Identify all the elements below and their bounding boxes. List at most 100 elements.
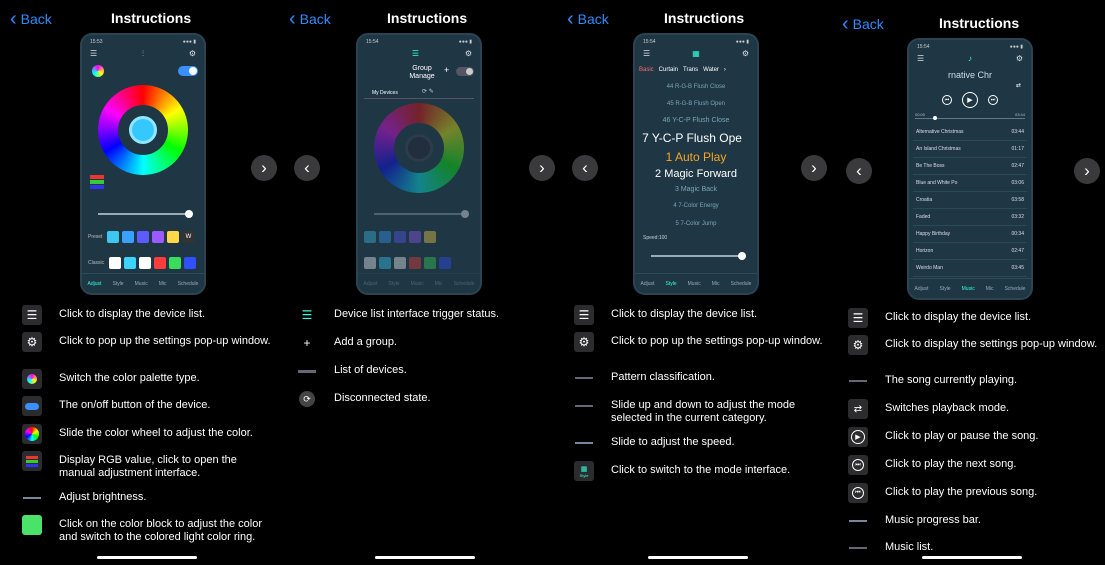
list-item: Music progress bar. [848, 511, 1102, 538]
next-button[interactable]: › [529, 155, 555, 181]
brightness-slider [98, 210, 193, 218]
list-icon: ☰ [301, 308, 313, 322]
pattern-item: 45 R-G-B Flush Open [666, 101, 726, 107]
classic-swatches: Classic [88, 257, 197, 269]
back-label: Back [299, 11, 331, 27]
next-button[interactable]: › [251, 155, 277, 181]
panel-3: ‹ Back Instructions ‹ 15:54 ●●● ▮ ☰ ▦ ⚙ Bas… [558, 0, 834, 565]
list-item: ▶ Click to play or pause the song. [848, 427, 1102, 455]
list-item: ☰ Click to display the device list. [574, 305, 828, 332]
list-item: ⚙ Click to display the settings pop-up wi… [848, 335, 1102, 371]
phone-top-icons: ☰ ▦ ⚙ [643, 49, 749, 58]
chevron-left-icon: ‹ [567, 8, 574, 30]
status-bar: 15:54 ●●● ▮ [643, 39, 749, 45]
list-item: Horizon 02:47 [913, 243, 1027, 260]
speed-slider [651, 252, 746, 260]
back-label: Back [577, 11, 609, 27]
phone-top-icons: ☰ ⫶ ⚙ [90, 49, 196, 59]
category-tabs: Basic Curtain Trans Water › [639, 67, 726, 73]
pattern-item-selected: 1 Auto Play [665, 150, 727, 164]
next-button[interactable]: › [1074, 158, 1100, 184]
status-bar: 15:54 ●●● ▮ [917, 44, 1023, 50]
list-item: Switch the color palette type. [22, 369, 274, 396]
back-label: Back [852, 16, 884, 32]
list-item: Blue and White Po 03:06 [913, 175, 1027, 192]
prev-button[interactable]: ‹ [572, 155, 598, 181]
now-playing-icon [848, 371, 868, 391]
list-item: An Island Christmas 01:17 [913, 141, 1027, 158]
gear-icon: ⚙ [848, 335, 868, 355]
list-item: ⟳ Disconnected state. [297, 389, 552, 417]
rgb-value-box [90, 175, 104, 191]
disconnected-icon: ⟳ ✎ [422, 89, 434, 95]
pattern-item: 7 Y-C-P Flush Ope [642, 131, 742, 145]
play-icon: ▶ [848, 427, 868, 447]
back-label: Back [20, 11, 52, 27]
list-item: Croatia 03:58 [913, 192, 1027, 209]
back-button[interactable]: ‹ Back [567, 9, 609, 29]
list-item: Slide to adjust the speed. [574, 433, 828, 461]
instruction-list: ☰ Click to display the device list. ⚙ Clic… [848, 308, 1102, 562]
pattern-classification-icon [574, 368, 594, 388]
rgb-value-icon [22, 451, 42, 471]
list-icon: ☰ [90, 49, 98, 58]
disconnected-icon: ⟳ [297, 389, 317, 409]
list-icon: ☰ [574, 305, 594, 325]
adjust-icon: ⫶ [142, 49, 144, 58]
progress-times: 00:00 03:44 [915, 112, 1025, 117]
phone-top-icons: ☰ ♪ ⚙ [917, 54, 1023, 63]
home-indicator [922, 556, 1022, 559]
panel-1: ‹ Back Instructions 15:53 ●●● ▮ ☰ ⫶ ⚙ Prese… [0, 0, 280, 565]
phone-preview: 15:54 ●●● ▮ ☰ ♪ ⚙ rnative Chr ⇄ ⏮ ▶ ⏭ 00:00… [907, 38, 1033, 300]
style-icon: ▦ Style [574, 461, 594, 481]
play-icon: ▶ [962, 92, 978, 108]
phone-preview: 15:54 ●●● ▮ ☰ ▦ ⚙ Basic Curtain Trans Water… [633, 33, 759, 295]
chevron-left-icon: ‹ [10, 8, 17, 30]
prev-button[interactable]: ‹ [846, 158, 872, 184]
plus-icon: + [303, 336, 311, 350]
list-item: The on/off button of the device. [22, 396, 274, 424]
mode-list-icon [574, 396, 594, 416]
pattern-item: 5 7-Color Jump [675, 221, 717, 227]
phone-preview: 15:53 ●●● ▮ ☰ ⫶ ⚙ Preset W Classic Adjust S… [80, 33, 206, 295]
back-button[interactable]: ‹ Back [842, 14, 884, 34]
prev-button[interactable]: ‹ [294, 155, 320, 181]
previous-icon: ⏮ [848, 483, 868, 503]
instruction-list: ☰ Click to display the device list. ⚙ Clic… [574, 305, 828, 489]
list-item: Faded 03:32 [913, 209, 1027, 226]
preset-swatches: Preset W [88, 231, 195, 243]
status-bar: 15:54 ●●● ▮ [366, 39, 472, 45]
player-controls: ⏮ ▶ ⏭ [909, 92, 1031, 108]
back-button[interactable]: ‹ Back [10, 9, 52, 29]
page-title: Instructions [664, 10, 745, 26]
list-item: ⚙ Click to pop up the settings pop-up win… [574, 332, 828, 368]
list-item: Display RGB value, click to open the man… [22, 451, 274, 488]
power-toggle [178, 66, 198, 76]
list-item: + Add a group. [297, 333, 552, 361]
back-button[interactable]: ‹ Back [289, 9, 331, 29]
next-button[interactable]: › [801, 155, 827, 181]
instruction-list: ☰ Device list interface trigger status. +… [297, 305, 552, 417]
palette-icon [22, 369, 42, 389]
list-icon: ☰ [22, 305, 42, 325]
list-item: Slide the color wheel to adjust the colo… [22, 424, 274, 451]
speed-slider-icon [574, 433, 594, 453]
list-item: Click on the color block to adjust the c… [22, 515, 274, 545]
toggle-icon [22, 396, 42, 416]
gear-icon: ⚙ [464, 49, 472, 58]
phone-tab-bar: Adjust Style Music Mic Schedule [635, 273, 757, 293]
color-block-icon [22, 515, 42, 535]
phone-tab-bar: Adjust Style Music Mic Schedule [358, 273, 480, 293]
next-icon: ⏭ [848, 455, 868, 475]
gear-icon: ⚙ [188, 49, 196, 58]
device-list-icon [297, 361, 317, 381]
instruction-list: ☰ Click to display the device list. ⚙ Clic… [22, 305, 274, 545]
pattern-item: 2 Magic Forward [655, 168, 737, 180]
chevron-left-icon: ‹ [582, 158, 588, 177]
chevron-right-icon: › [261, 158, 267, 177]
color-wheel-icon [22, 424, 42, 444]
style-icon: ▦ [692, 49, 700, 58]
chevron-right-icon: › [811, 158, 817, 177]
pattern-item: 44 R-G-B Flush Close [666, 84, 726, 90]
pattern-item: 3 Magic Back [674, 186, 718, 193]
